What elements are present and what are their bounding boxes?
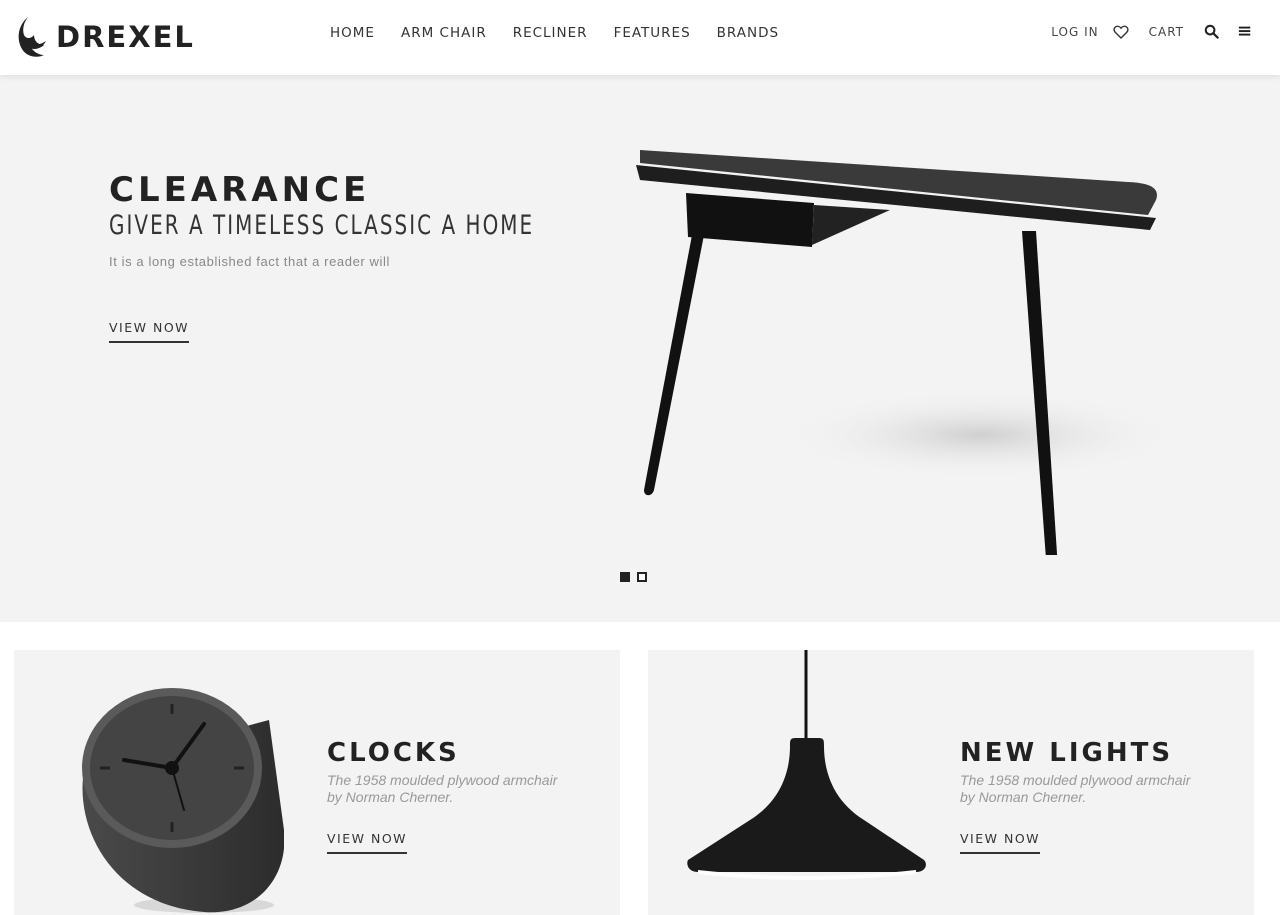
pendant-lamp-image — [687, 650, 926, 880]
search-icon[interactable] — [1204, 24, 1220, 40]
brand-name: DREXEL — [56, 20, 195, 54]
logo-bird-icon — [18, 17, 46, 57]
cart-link[interactable]: CART — [1149, 25, 1184, 39]
card-title-light: NEW — [960, 738, 1038, 768]
desk-image — [636, 150, 1180, 555]
card-title-bold: LIGHTS — [1049, 738, 1174, 768]
nav-arm-chair[interactable]: ARM CHAIR — [401, 25, 487, 41]
card-description: The 1958 moulded plywood armchair by Nor… — [327, 772, 597, 806]
nav-recliner[interactable]: RECLINER — [513, 25, 588, 41]
card-desc-line-1: The 1958 moulded plywood armchair — [960, 772, 1191, 788]
hero-slider: CLEARANCE GIVER A TIMELESS CLASSIC A HOM… — [0, 75, 1280, 622]
promo-card-lights: NEW LIGHTS The 1958 moulded plywood armc… — [648, 650, 1254, 915]
promo-card-clocks: CLOCKS The 1958 moulded plywood armchair… — [14, 650, 620, 915]
card-title-lights: NEW LIGHTS — [960, 738, 1173, 768]
card-desc-line-2: by Norman Cherner. — [327, 789, 454, 805]
slide-dot-1[interactable] — [620, 572, 630, 582]
nav-features[interactable]: FEATURES — [614, 25, 691, 41]
clocks-view-now-button[interactable]: VIEW NOW — [327, 831, 408, 854]
heart-icon[interactable] — [1113, 24, 1129, 40]
slider-dots — [620, 572, 647, 582]
slide-dot-2[interactable] — [637, 572, 647, 582]
card-description: The 1958 moulded plywood armchair by Nor… — [960, 772, 1230, 806]
logo[interactable]: DREXEL — [14, 14, 195, 60]
hero-title: CLEARANCE — [109, 170, 371, 210]
card-desc-line-2: by Norman Cherner. — [960, 789, 1087, 805]
lights-view-now-button[interactable]: VIEW NOW — [960, 831, 1041, 854]
clock-image — [82, 688, 284, 913]
hero-view-now-button[interactable]: VIEW NOW — [109, 320, 190, 343]
nav-brands[interactable]: BRANDS — [717, 25, 779, 41]
hero-text: It is a long established fact that a rea… — [109, 254, 390, 269]
card-title-clocks: CLOCKS — [327, 738, 460, 768]
hero-subtitle: GIVER A TIMELESS CLASSIC A HOME — [109, 210, 535, 241]
nav-home[interactable]: HOME — [330, 25, 375, 41]
header-tools: LOG IN CART — [1051, 24, 1254, 40]
main-nav: HOME ARM CHAIR RECLINER FEATURES BRANDS — [318, 25, 805, 41]
menu-icon[interactable] — [1238, 24, 1254, 40]
login-link[interactable]: LOG IN — [1051, 25, 1098, 39]
site-header: DREXEL HOME ARM CHAIR RECLINER FEATURES … — [0, 0, 1280, 75]
card-desc-line-1: The 1958 moulded plywood armchair — [327, 772, 558, 788]
